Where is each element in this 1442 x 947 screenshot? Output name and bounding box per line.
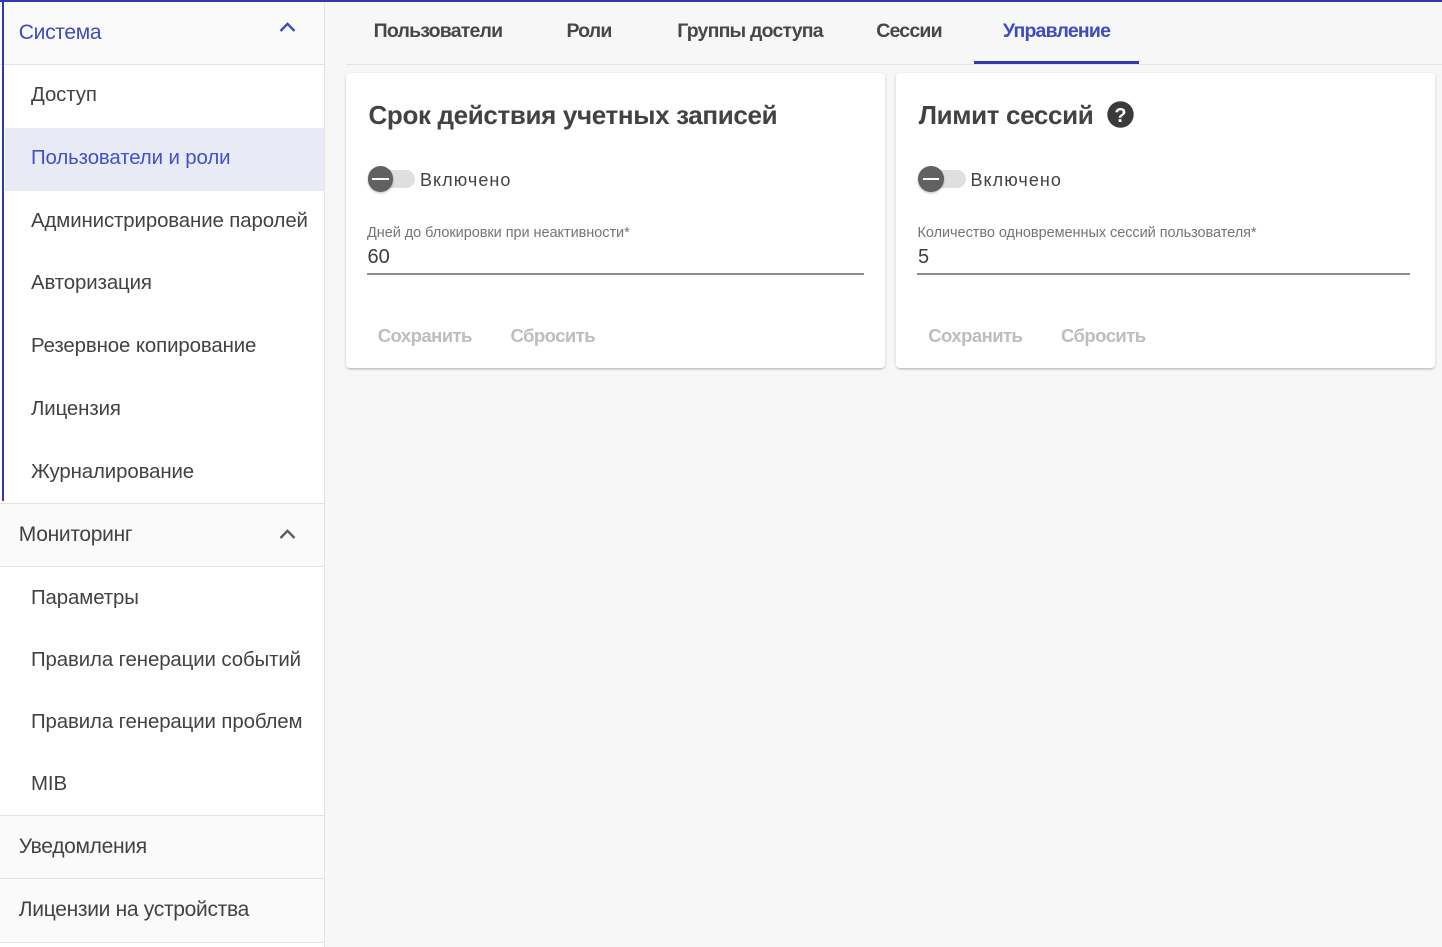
svg-text:?: ? xyxy=(1114,105,1126,127)
